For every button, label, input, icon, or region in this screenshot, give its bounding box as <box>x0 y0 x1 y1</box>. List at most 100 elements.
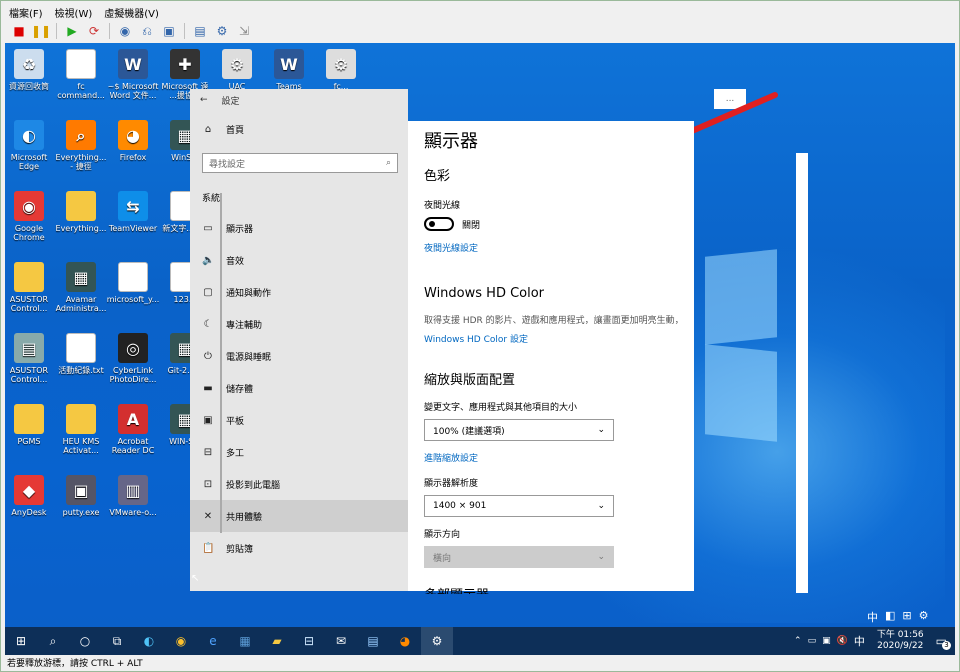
night-light-settings-link[interactable]: 夜間光線設定 <box>424 241 694 254</box>
chevron-up-icon[interactable]: ⌃ <box>794 636 802 646</box>
nav-item-label: 投影到此電腦 <box>226 480 281 491</box>
desktop-icon[interactable]: ⇆ TeamViewer <box>105 191 161 233</box>
desktop-icon[interactable]: W ~$ Microsoft Word 文件... <box>105 49 161 100</box>
settings-gear-icon[interactable]: ⚙ <box>421 627 453 655</box>
desktop-icon[interactable]: ▥ VMware-o... <box>105 475 161 517</box>
toggle-state: 關閉 <box>462 220 481 231</box>
desktop-icon[interactable]: ◐ Microsoft Edge <box>5 120 57 171</box>
desktop-icon[interactable]: ▦ Avamar Administra... <box>53 262 109 313</box>
action-center-icon[interactable]: ▭ 3 <box>936 634 951 650</box>
desktop-icon[interactable]: ◎ CyberLink PhotoDire... <box>105 333 161 384</box>
folder-icon <box>66 191 96 221</box>
desktop-icon[interactable]: PGMS <box>5 404 57 446</box>
snapshot-icon[interactable]: ◉ <box>115 22 135 40</box>
file-explorer-icon[interactable]: ▰ <box>261 627 293 655</box>
vm-screen[interactable]: ♻ 資源回收筒 fc command... W ~$ Microsoft Word 文件… <box>5 43 955 655</box>
desktop-icon[interactable]: ◆ AnyDesk <box>5 475 57 517</box>
network-icon[interactable]: ▭ <box>808 636 817 646</box>
menu-file[interactable]: 檔案(F) <box>9 5 43 20</box>
night-light-toggle[interactable] <box>424 217 454 231</box>
menu-bar: 檔案(F) 檢視(W) 虛擬機器(V) <box>3 3 159 21</box>
project-icon: ⊡ <box>203 478 213 490</box>
desktop-icon-label: Microsoft Edge <box>10 153 48 171</box>
back-arrow-icon[interactable]: ← <box>200 95 208 105</box>
settings-icon[interactable]: ⚙ <box>212 22 232 40</box>
orientation-dropdown[interactable]: 橫向 ⌄ <box>424 546 614 568</box>
ime-gear-icon[interactable]: ⚙ <box>919 609 929 625</box>
resolution-dropdown[interactable]: 1400 × 901 ⌄ <box>424 495 614 517</box>
menu-view[interactable]: 檢視(W) <box>55 5 93 20</box>
desktop-icon[interactable]: 活動紀錄.txt <box>53 333 109 375</box>
play-icon[interactable]: ▶ <box>62 22 82 40</box>
desktop-icon[interactable]: HEU KMS Activat... <box>53 404 109 455</box>
tray-lang[interactable]: 中 <box>854 633 865 649</box>
desktop-icon[interactable]: ▤ ASUSTOR Control... <box>5 333 57 384</box>
desktop-icon[interactable]: ▣ putty.exe <box>53 475 109 517</box>
desktop-icon[interactable]: ⌕ Everything... - 捷徑 <box>53 120 109 171</box>
monitor-icon[interactable]: ▣ <box>822 636 831 646</box>
storage-icon: ▬ <box>203 382 213 394</box>
wallpaper-pane <box>705 249 777 345</box>
refresh-icon[interactable]: ⟳ <box>84 22 104 40</box>
nav-item-label: 電源與睡眠 <box>226 352 272 363</box>
save-icon[interactable]: ▤ <box>190 22 210 40</box>
nav-item-9[interactable]: ✕ 共用體驗 <box>190 500 408 532</box>
nav-item-8[interactable]: ⊡ 投影到此電腦 <box>190 468 408 500</box>
ime-lang[interactable]: 中 <box>867 609 878 625</box>
clock[interactable]: 下午 01:56 2020/9/22 <box>877 630 924 652</box>
scale-dropdown[interactable]: 100% (建議選項) ⌄ <box>424 419 614 441</box>
multi-display-heading: 多部顯示器 <box>424 584 694 594</box>
revert-icon[interactable]: ⎌ <box>137 22 157 40</box>
desktop-icon[interactable]: A Acrobat Reader DC <box>105 404 161 455</box>
screen-icon[interactable]: ▣ <box>159 22 179 40</box>
desktop-icon[interactable]: Everything... <box>53 191 109 233</box>
usb-icon[interactable]: ⇲ <box>234 22 254 40</box>
chrome-icon[interactable]: ◉ <box>165 627 197 655</box>
nav-item-5[interactable]: ▬ 儲存體 <box>190 372 408 404</box>
ime-tool-icon[interactable]: ⊞ <box>902 609 911 625</box>
task-view-icon[interactable]: ⧉ <box>101 627 133 655</box>
search-icon[interactable]: ⌕ <box>37 627 69 655</box>
stop-icon[interactable]: ■ <box>9 22 29 40</box>
nav-item-4[interactable]: ⏻ 電源與睡眠 <box>190 340 408 372</box>
desktop-icon[interactable]: fc command... <box>53 49 109 100</box>
desktop-icon[interactable]: ◉ Google Chrome <box>5 191 57 242</box>
nav-item-3[interactable]: ☾ 專注輔助 <box>190 308 408 340</box>
ie-icon[interactable]: e <box>197 627 229 655</box>
desktop-icon-label: putty.exe <box>62 508 100 517</box>
store-icon[interactable]: ⊟ <box>293 627 325 655</box>
cortana-icon[interactable]: ○ <box>69 627 101 655</box>
hdr-settings-link[interactable]: Windows HD Color 設定 <box>424 332 694 345</box>
ime-mode-icon[interactable]: ◧ <box>885 609 895 625</box>
nav-item-10[interactable]: 📋 剪貼簿 <box>190 532 408 564</box>
start-icon[interactable]: ⊞ <box>5 627 37 655</box>
desktop-icon-label: ~$ Microsoft Word 文件... <box>107 82 159 100</box>
nav-item-0[interactable]: ▭ 顯示器 <box>190 212 408 244</box>
nav-item-label: 共用體驗 <box>226 512 263 523</box>
firefox-icon[interactable]: ◕ <box>389 627 421 655</box>
mail-icon[interactable]: ✉ <box>325 627 357 655</box>
pause-icon[interactable]: ❚❚ <box>31 22 51 40</box>
desktop-icon[interactable]: ASUSTOR Control... <box>5 262 57 313</box>
nav-home[interactable]: ⌂ 首頁 <box>190 115 408 143</box>
desktop-icon[interactable]: ⚙ fc... <box>313 49 369 91</box>
home-icon: ⌂ <box>204 123 212 135</box>
app-icon: ▦ <box>66 262 96 292</box>
advanced-scaling-link[interactable]: 進階縮放設定 <box>424 451 694 464</box>
menu-vm[interactable]: 虛擬機器(V) <box>104 5 159 20</box>
remote-icon[interactable]: ▤ <box>357 627 389 655</box>
desktop-icon[interactable]: ◕ Firefox <box>105 120 161 162</box>
hdr-heading: Windows HD Color <box>424 286 545 301</box>
nav-item-6[interactable]: ▣ 平板 <box>190 404 408 436</box>
edge-icon[interactable]: ◐ <box>133 627 165 655</box>
nav-item-7[interactable]: ⊟ 多工 <box>190 436 408 468</box>
search-input[interactable]: 尋找設定 ⌕ <box>202 153 398 173</box>
scrollbar[interactable] <box>220 193 222 533</box>
nav-item-2[interactable]: ▢ 通知與動作 <box>190 276 408 308</box>
nav-item-1[interactable]: 🔈 音效 <box>190 244 408 276</box>
app-icon[interactable]: ▦ <box>229 627 261 655</box>
desktop-icon[interactable]: microsoft_y... <box>105 262 161 304</box>
desktop-icon[interactable]: ♻ 資源回收筒 <box>5 49 57 91</box>
volume-muted-icon[interactable]: 🔇 <box>837 636 848 646</box>
resolution-label: 顯示器解析度 <box>424 479 479 489</box>
